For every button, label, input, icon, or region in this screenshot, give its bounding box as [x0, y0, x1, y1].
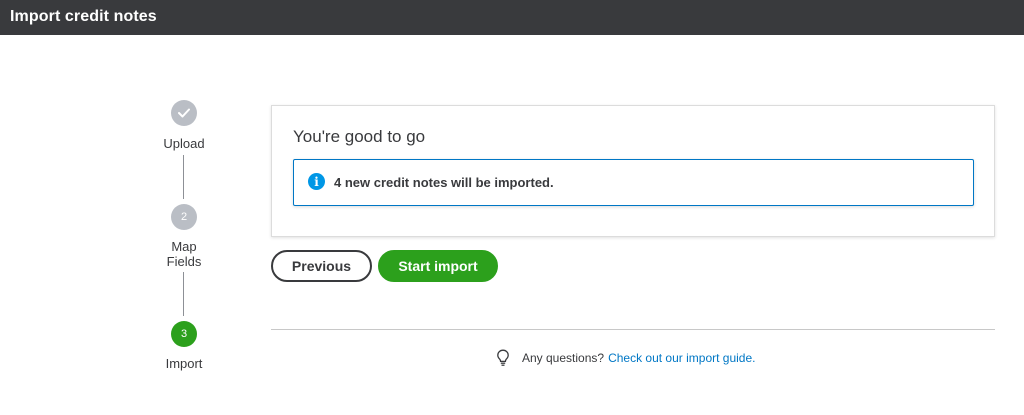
info-message: i 4 new credit notes will be imported. — [293, 159, 974, 206]
start-import-button[interactable]: Start import — [378, 250, 498, 282]
import-guide-link[interactable]: Check out our import guide. — [608, 351, 755, 365]
import-summary-card: You're good to go i 4 new credit notes w… — [271, 105, 995, 237]
info-message-text: 4 new credit notes will be imported. — [334, 175, 554, 190]
lightbulb-icon — [497, 349, 509, 366]
help-text: Any questions? — [522, 351, 605, 365]
help-footer: Any questions? Check out our import guid… — [496, 348, 755, 368]
page-title: Import credit notes — [10, 8, 157, 25]
step-1-circle — [171, 100, 197, 126]
step-2-circle: 2 — [171, 204, 197, 230]
info-icon: i — [308, 173, 325, 190]
check-icon — [178, 108, 190, 118]
step-2-label-line1: Map — [171, 239, 197, 254]
divider — [271, 329, 995, 330]
step-3-circle: 3 — [171, 321, 197, 347]
step-connector — [183, 272, 184, 316]
card-title: You're good to go — [293, 127, 426, 146]
step-connector — [183, 155, 184, 199]
step-1-label: Upload — [163, 136, 205, 151]
step-2-label-line2: Fields — [166, 254, 202, 269]
previous-button[interactable]: Previous — [271, 250, 372, 282]
step-3-label: Import — [165, 356, 203, 371]
title-bar: Import credit notes — [0, 0, 1024, 35]
